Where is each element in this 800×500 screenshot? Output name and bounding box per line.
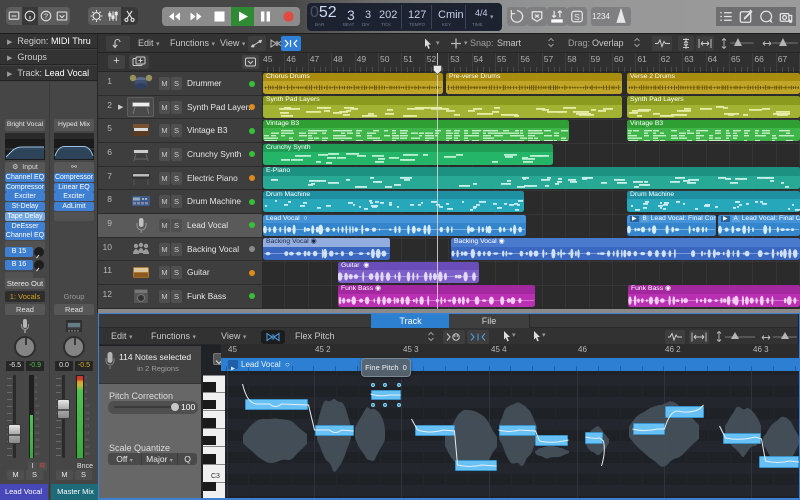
svg-text:S: S: [574, 12, 580, 22]
svg-text:?: ?: [44, 11, 48, 20]
